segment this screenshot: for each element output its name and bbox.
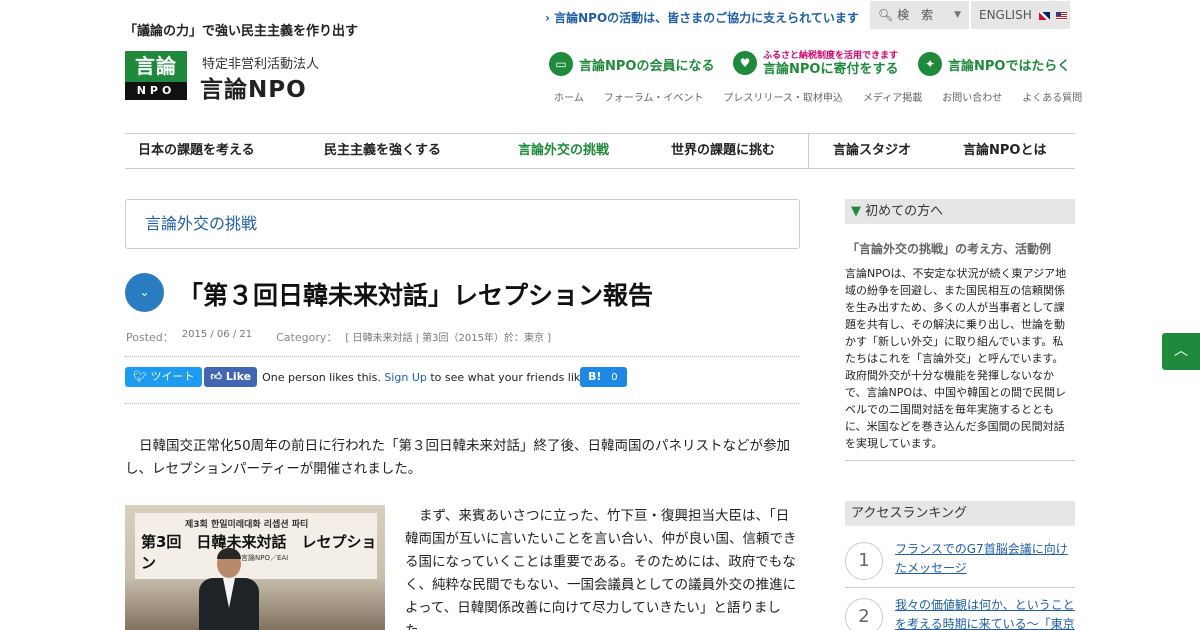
sidebar-divider	[845, 460, 1075, 461]
facebook-like-button[interactable]: 👍︎ Like	[204, 367, 258, 387]
utility-link-media[interactable]: メディア掲載	[863, 89, 922, 104]
ranking-number: 1	[845, 542, 883, 580]
utility-nav: ホーム フォーラム・イベント プレスリリース・取材申込 メディア掲載 お問い合わ…	[554, 89, 1082, 104]
english-link[interactable]: ENGLISH	[971, 1, 1070, 29]
english-label: ENGLISH	[979, 8, 1032, 22]
category-label: Category：	[276, 331, 338, 344]
divider	[125, 403, 799, 404]
become-member-label: 言論NPOの会員になる	[579, 58, 715, 74]
logo-small-text: NPO	[125, 82, 187, 100]
hatena-bookmark-button[interactable]: B! 0	[580, 367, 627, 387]
like-suffix-text: to see what your friends like.	[430, 370, 591, 384]
nav-item-japan-issues[interactable]: 日本の課題を考える	[138, 134, 255, 168]
search-dropdown[interactable]: 🔍︎ 検 索 ▼	[870, 1, 969, 29]
utility-link-press[interactable]: プレスリリース・取材申込	[723, 89, 843, 104]
article-paragraph: まず、来賓あいさつに立った、竹下亘・復興担当大臣は、「日韓両国が互いに言いたいこ…	[405, 508, 797, 630]
twitter-bird-icon: 🐦︎	[133, 370, 147, 383]
chevron-down-icon: ▼	[954, 10, 961, 20]
donate-button[interactable]: ♥ ふるさと納税制度を活用できます 言論NPOに寄付をする	[733, 50, 898, 76]
back-to-top-button[interactable]: ︿	[1162, 333, 1200, 370]
donate-label: 言論NPOに寄付をする	[763, 62, 899, 77]
work-with-us-button[interactable]: ✦ 言論NPOではたらく	[918, 52, 1070, 76]
logo-big-text: 言論	[135, 54, 177, 78]
uk-flag-icon	[1038, 11, 1050, 20]
hatena-count: 0	[611, 372, 618, 383]
posted-label: Posted：	[126, 331, 174, 344]
sidebar-intro-subheading[interactable]: 「言論外交の挑戦」の考え方、活動例	[847, 240, 1051, 257]
like-count-text: One person likes this.	[262, 370, 381, 384]
utility-link-home[interactable]: ホーム	[554, 89, 584, 104]
divider	[125, 356, 799, 357]
ranking-item[interactable]: 2 我々の価値観は何か、ということを考える時期に来ている～「東京	[845, 596, 1075, 630]
main-nav: 日本の課題を考える 民主主義を強くする 言論外交の挑戦 世界の課題に挑む 言論ス…	[125, 133, 1075, 169]
thumbs-up-icon: 👍︎	[210, 370, 222, 383]
category-value[interactable]: [ 日韓未来対話 | 第3回（2015年）於：東京 ]	[345, 329, 551, 345]
article-title: 「第３回日韓未来対話」レセプション報告	[178, 281, 654, 310]
page: 「議論の力」で強い民主主義を作り出す 言論 NPO 特定非営利活動法人 言論NP…	[0, 0, 1200, 630]
tweet-label: ツイート	[150, 370, 195, 383]
utility-link-faq[interactable]: よくある質問	[1022, 89, 1082, 104]
utility-link-forum[interactable]: フォーラム・イベント	[604, 89, 704, 104]
ranking-link[interactable]: 我々の価値観は何か、ということを考える時期に来ている～「東京	[895, 596, 1077, 630]
chevron-right-icon: ›	[545, 11, 550, 25]
reception-photo: 제3회 한일미래대화 리셉션 파티 第3回 日韓未来対話 レセプション 主催 言…	[125, 505, 385, 630]
support-link-text: 言論NPOの活動は、皆さまのご協力に支えられています	[554, 11, 859, 25]
chevron-down-icon: ⌄	[125, 273, 164, 312]
nav-item-studio[interactable]: 言論スタジオ	[833, 134, 911, 168]
tweet-button[interactable]: 🐦︎ ツイート	[125, 367, 203, 387]
article-paragraph: 日韓国交正常化50周年の前日に行われた「第３回日韓未来対話」終了後、日韓両国のパ…	[125, 438, 791, 477]
search-icon: 🔍︎	[878, 8, 894, 22]
category-breadcrumb[interactable]: 言論外交の挑戦	[125, 199, 800, 249]
article-meta: Posted： 2015 / 06 / 21 Category： [ 日韓未来対…	[126, 329, 551, 345]
work-with-us-label: 言論NPOではたらく	[948, 58, 1071, 74]
speaker-figure	[199, 548, 259, 630]
nav-item-diplomacy[interactable]: 言論外交の挑戦	[518, 134, 609, 168]
nav-item-democracy[interactable]: 民主主義を強くする	[324, 134, 441, 168]
support-link[interactable]: › 言論NPOの活動は、皆さまのご協力に支えられています	[545, 9, 859, 26]
facebook-signup-link[interactable]: Sign Up	[384, 371, 427, 384]
like-label: Like	[225, 370, 252, 383]
posted-date: 2015 / 06 / 21	[181, 329, 253, 340]
intro-heading-text: 初めての方へ	[865, 204, 944, 219]
member-card-icon: ▭	[549, 52, 573, 76]
us-flag-icon	[1056, 11, 1068, 20]
utility-link-contact[interactable]: お問い合わせ	[942, 89, 1002, 104]
hatena-label: B!	[588, 370, 602, 383]
site-tagline: 「議論の力」で強い民主主義を作り出す	[124, 24, 359, 39]
nav-item-about[interactable]: 言論NPOとは	[963, 134, 1046, 168]
ranking-item[interactable]: 1 フランスでのG7首脳会議に向けたメッセージ	[845, 540, 1075, 590]
sidebar-divider	[845, 587, 1075, 588]
sidebar-ranking-heading: アクセスランキング	[845, 501, 1075, 526]
nav-divider	[808, 134, 809, 168]
nav-item-world-issues[interactable]: 世界の課題に挑む	[671, 134, 775, 168]
become-member-button[interactable]: ▭ 言論NPOの会員になる	[549, 52, 714, 76]
banner-korean-text: 제3회 한일미래대화 리셉션 파티	[185, 520, 309, 530]
org-name[interactable]: 言論NPO	[200, 70, 307, 104]
chevron-up-icon: ︿	[1174, 343, 1188, 359]
sidebar-intro-heading: ▼ 初めての方へ	[845, 199, 1075, 224]
share-bar: 🐦︎ ツイート 👍︎ Like One person likes this. S…	[125, 367, 590, 387]
runner-icon: ✦	[918, 52, 942, 76]
ranking-link[interactable]: フランスでのG7首脳会議に向けたメッセージ	[895, 540, 1077, 578]
sidebar-intro-text: 言論NPOは、不安定な状況が続く東アジア地域の紛争を回避し、また国民相互の信頼関…	[845, 267, 1067, 450]
heart-icon: ♥	[733, 51, 757, 75]
search-label: 検 索	[897, 8, 934, 22]
ranking-number: 2	[845, 598, 883, 630]
banner-main-text: 第3回 日韓未来対話 レセプション	[141, 533, 377, 572]
beginner-mark-icon: ▼	[851, 204, 861, 219]
site-logo[interactable]: 言論 NPO	[125, 51, 187, 100]
facebook-like-text: One person likes this. Sign Up to see wh…	[262, 371, 590, 384]
